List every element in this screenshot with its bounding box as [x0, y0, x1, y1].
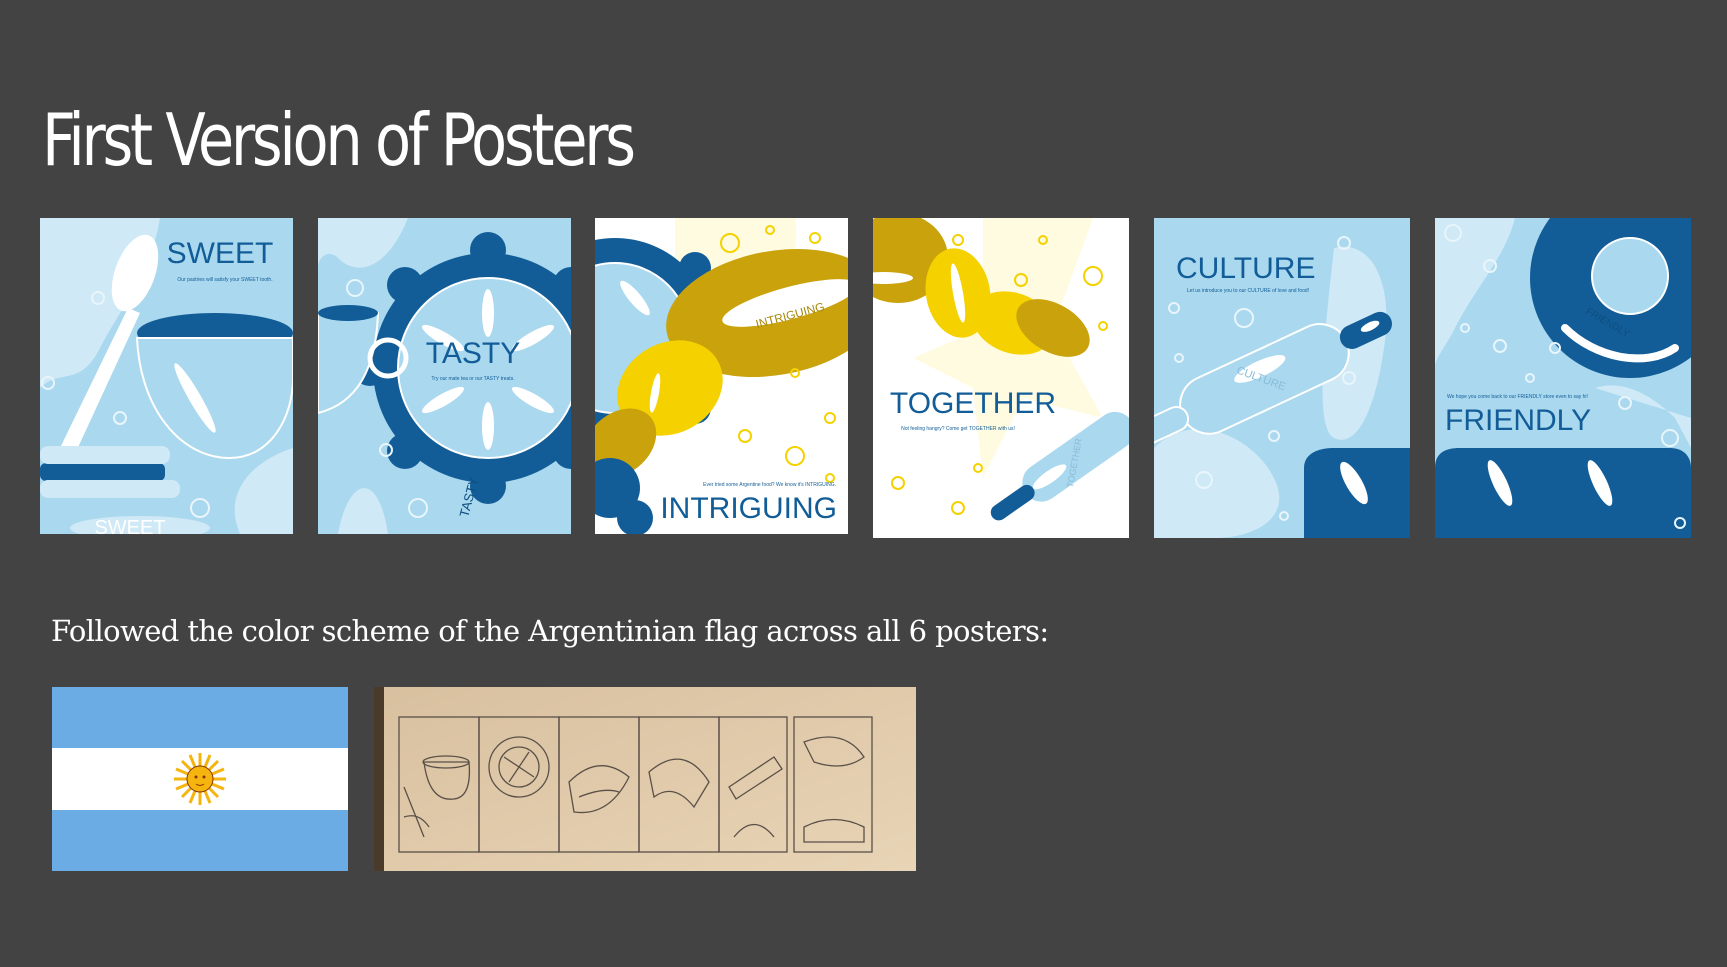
poster-sweet-body: Our pastries will satisfy your SWEET too…: [177, 277, 272, 283]
poster-intriguing: INTRIGUING Ever tried some Argentine foo…: [595, 218, 848, 534]
poster-together-art: TOGETHER Not feeling hangry? Come get TO…: [873, 218, 1129, 538]
argentina-flag-image: [52, 687, 348, 871]
slide-title: First Version of Posters: [42, 98, 636, 182]
poster-friendly-art: We hope you come back to our FRIENDLY st…: [1435, 218, 1691, 538]
poster-sweet-echo: SWEET: [94, 517, 165, 534]
poster-tasty-art: TASTY Try our mate tea or our TASTY trea…: [318, 218, 571, 534]
poster-sweet-art: SWEET Our pastries will satisfy your SWE…: [40, 218, 293, 534]
poster-sketch-image: [374, 687, 916, 871]
poster-friendly-body: We hope you come back to our FRIENDLY st…: [1447, 394, 1588, 400]
poster-together: TOGETHER Not feeling hangry? Come get TO…: [873, 218, 1129, 538]
poster-together-headline: TOGETHER: [890, 387, 1056, 420]
color-scheme-caption: Followed the color scheme of the Argenti…: [51, 614, 1049, 648]
poster-tasty: TASTY Try our mate tea or our TASTY trea…: [318, 218, 571, 534]
poster-sweet-headline: SWEET: [167, 237, 274, 270]
poster-friendly-headline: FRIENDLY: [1445, 404, 1591, 437]
poster-culture-body: Let us introduce you to our CULTURE of l…: [1187, 288, 1309, 294]
poster-culture-headline: CULTURE: [1176, 252, 1315, 285]
poster-together-body: Not feeling hangry? Come get TOGETHER wi…: [901, 426, 1015, 432]
poster-culture: CULTURE Let us introduce you to our CULT…: [1154, 218, 1410, 538]
poster-intriguing-art: INTRIGUING Ever tried some Argentine foo…: [595, 218, 848, 534]
poster-thumbnail-sketches-icon: [374, 687, 916, 871]
poster-intriguing-body: Ever tried some Argentine food? We know …: [703, 482, 836, 488]
poster-tasty-headline: TASTY: [426, 337, 520, 370]
poster-sweet: SWEET Our pastries will satisfy your SWE…: [40, 218, 293, 534]
poster-friendly: We hope you come back to our FRIENDLY st…: [1435, 218, 1691, 538]
poster-culture-art: CULTURE Let us introduce you to our CULT…: [1154, 218, 1410, 538]
argentina-flag-icon: [52, 687, 348, 871]
poster-intriguing-headline: INTRIGUING: [660, 492, 837, 525]
poster-tasty-body: Try our mate tea or our TASTY treats.: [431, 376, 514, 382]
